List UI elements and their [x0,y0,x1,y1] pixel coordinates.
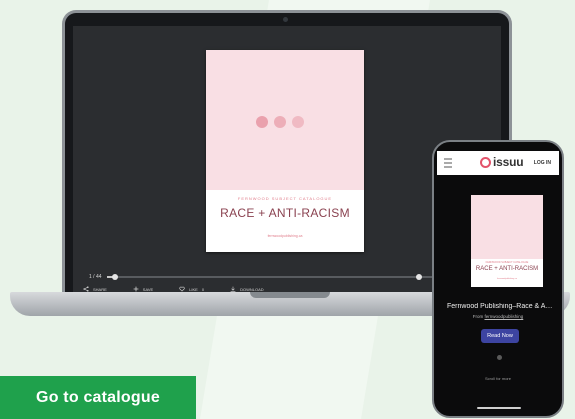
phone-screen: issuu LOG IN FERNWOOD SUBJECT CATALOGUE … [437,145,559,413]
document-title: RACE + ANTI-RACISM [220,206,350,220]
phone-document-cover-area [471,195,543,259]
page-indicator: 1 / 44 [89,274,102,280]
read-now-button[interactable]: Read Now [481,329,519,343]
loading-dot [292,116,304,128]
like-label: LIKE [189,286,198,292]
issuu-logo-text: issuu [493,155,524,169]
share-label: SHARE [93,286,107,292]
loading-dot [274,116,286,128]
loading-dot [256,116,268,128]
home-indicator [477,407,521,409]
camera [283,17,288,22]
progress-track[interactable] [107,274,487,280]
phone-document-subtitle: FERNWOOD SUBJECT CATALOGUE [485,261,529,264]
scroll-for-more: Scroll for more [484,376,511,381]
phone: issuu LOG IN FERNWOOD SUBJECT CATALOGUE … [432,140,564,418]
page-dot [497,355,502,360]
from-label: From [472,314,484,319]
publication-author: From fernwoodpublishing [437,314,559,319]
login-link[interactable]: LOG IN [534,160,551,166]
download-label: DOWNLOAD [240,286,264,292]
publisher-link[interactable]: fernwoodpublishing [484,314,523,319]
progress-knob[interactable] [111,274,118,280]
document-subtitle: FERNWOOD SUBJECT CATALOGUE [237,196,333,201]
publication-title: Fernwood Publishing–Race & Anti-... [447,303,555,310]
go-to-catalogue-button[interactable]: Go to catalogue [0,376,196,419]
phone-header: issuu LOG IN [437,151,559,175]
loading-dots [256,116,316,128]
phone-document-url: fernwoodpublishing.ca [497,278,517,280]
progress-secondary-knob[interactable] [415,274,422,280]
like-count: 0 [201,286,205,292]
hamburger-icon[interactable] [443,157,453,169]
document-cover-area [206,50,364,190]
issuu-logo-mark [480,157,491,168]
document-page[interactable]: FERNWOOD SUBJECT CATALOGUE RACE + ANTI-R… [206,50,364,252]
phone-document-cover[interactable]: FERNWOOD SUBJECT CATALOGUE RACE + ANTI-R… [471,195,543,287]
issuu-logo[interactable]: issuu [480,155,524,170]
phone-document-title: RACE + ANTI-RACISM [475,266,539,272]
document-url: fernwoodpublishing.ca [267,234,303,238]
save-label: SAVE [142,286,154,292]
laptop-notch [250,292,330,298]
